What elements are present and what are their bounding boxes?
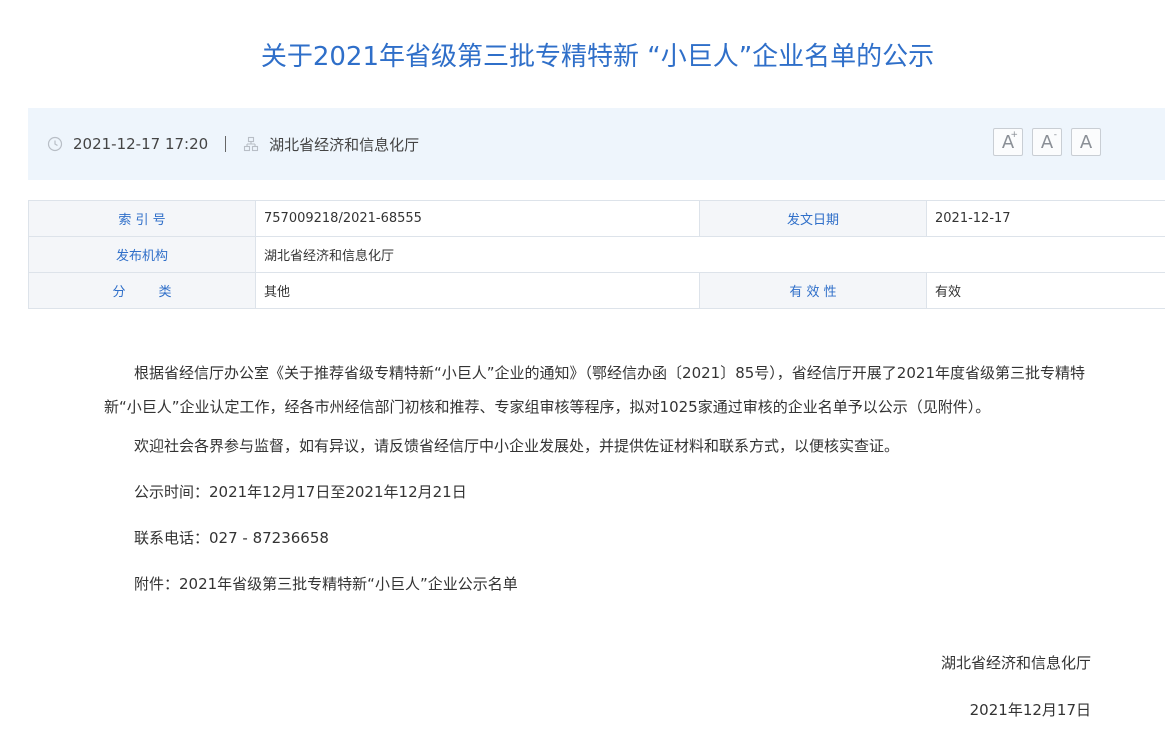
category-label: 分 类	[28, 272, 256, 309]
body-contact-phone: 联系电话：027 - 87236658	[134, 529, 329, 547]
publish-datetime: 2021-12-17 17:20	[73, 135, 209, 153]
body-paragraph-supervision: 欢迎社会各界参与监督，如有异议，请反馈省经信厅中小企业发展处，并提供佐证材料和联…	[134, 437, 900, 455]
body-publicity-period: 公示时间：2021年12月17日至2021年12月21日	[134, 483, 467, 501]
article-body: 根据省经信厅办公室《关于推荐省级专精特新“小巨人”企业的通知》（鄂经信办函〔20…	[104, 356, 1094, 613]
article-meta-bar: 2021-12-17 17:20 湖北省经济和信息化厅 A + A - A	[28, 108, 1165, 180]
signature-date: 2021年12月17日	[969, 701, 1091, 719]
font-increase-mark: +	[1010, 130, 1018, 140]
font-size-controls: A + A - A	[993, 128, 1101, 156]
publisher-label: 发布机构	[28, 236, 256, 273]
index-number-label: 索 引 号	[28, 200, 256, 237]
signature-organization: 湖北省经济和信息化厅	[940, 654, 1091, 672]
index-number-value: 757009218/2021-68555	[255, 200, 700, 237]
meta-divider	[225, 136, 227, 152]
issue-date-value: 2021-12-17	[926, 200, 1165, 237]
validity-value: 有效	[926, 272, 1165, 309]
font-decrease-label: A	[1040, 131, 1054, 153]
body-attachment-link[interactable]: 附件：2021年省级第三批专精特新“小巨人”企业公示名单	[104, 567, 1094, 601]
font-decrease-button[interactable]: A -	[1032, 128, 1062, 156]
table-row: 索 引 号 757009218/2021-68555 发文日期 2021-12-…	[28, 200, 1165, 237]
table-row: 分 类 其他 有 效 性 有效	[28, 272, 1165, 309]
document-info-table: 索 引 号 757009218/2021-68555 发文日期 2021-12-…	[28, 200, 1165, 309]
font-decrease-mark: -	[1053, 130, 1057, 140]
issue-date-label: 发文日期	[699, 200, 927, 237]
table-row: 发布机构 湖北省经济和信息化厅	[28, 236, 1165, 273]
body-paragraph-notice: 根据省经信厅办公室《关于推荐省级专精特新“小巨人”企业的通知》（鄂经信办函〔20…	[104, 364, 1085, 416]
organization-icon	[243, 136, 259, 152]
clock-icon	[47, 136, 63, 152]
font-increase-button[interactable]: A +	[993, 128, 1023, 156]
category-value: 其他	[255, 272, 700, 309]
validity-label: 有 效 性	[699, 272, 927, 309]
font-reset-button[interactable]: A	[1071, 128, 1101, 156]
publisher-value: 湖北省经济和信息化厅	[255, 236, 1165, 273]
publish-source: 湖北省经济和信息化厅	[269, 135, 420, 154]
font-reset-label: A	[1079, 131, 1093, 153]
article-meta: 2021-12-17 17:20 湖北省经济和信息化厅	[47, 108, 419, 180]
page-title: 关于2021年省级第三批专精特新 “小巨人”企业名单的公示	[260, 42, 935, 72]
